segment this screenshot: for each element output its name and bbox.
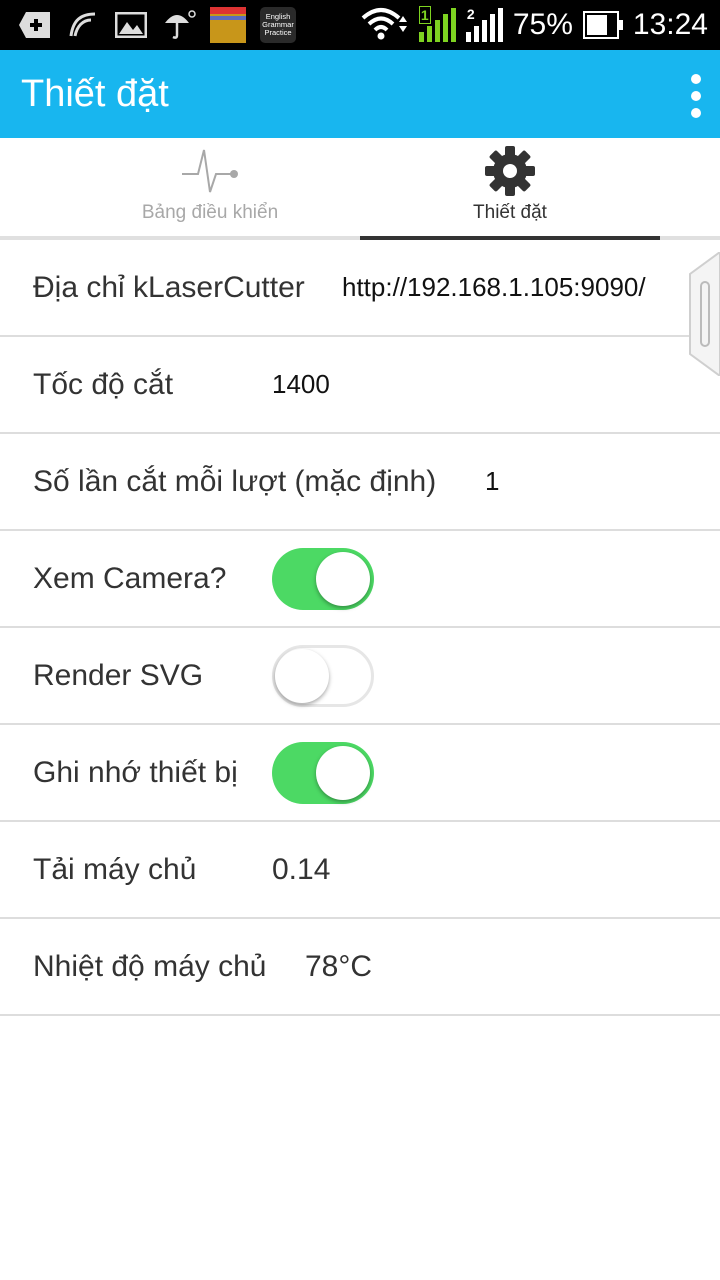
remember-device-label: Ghi nhớ thiết bị bbox=[33, 756, 238, 789]
setting-server-load: Tải máy chủ 0.14 bbox=[0, 822, 720, 919]
wifi-icon bbox=[361, 6, 409, 45]
tab-settings-label: Thiết đặt bbox=[473, 202, 547, 223]
setting-render-svg: Render SVG bbox=[0, 628, 720, 725]
tab-bar: Bảng điều khiển Thiết đặt bbox=[0, 138, 720, 240]
remember-device-toggle[interactable] bbox=[272, 742, 374, 804]
cut-speed-value[interactable]: 1400 bbox=[272, 337, 330, 432]
setting-remember-device: Ghi nhớ thiết bị bbox=[0, 725, 720, 822]
gallery-icon bbox=[114, 8, 148, 42]
passes-value[interactable]: 1 bbox=[485, 434, 499, 529]
sim1-label: 1 bbox=[418, 6, 431, 24]
setting-server-temp: Nhiệt độ máy chủ 78°C bbox=[0, 919, 720, 1016]
toggle-knob bbox=[316, 746, 370, 800]
toggle-knob bbox=[316, 552, 370, 606]
page-title: Thiết đặt bbox=[21, 73, 169, 115]
add-notification-icon bbox=[18, 8, 52, 42]
tab-dashboard-label: Bảng điều khiển bbox=[141, 202, 279, 223]
toggle-knob bbox=[275, 649, 329, 703]
setting-passes[interactable]: Số lần cắt mỗi lượt (mặc định) 1 bbox=[0, 434, 720, 531]
sim2-label: 2 bbox=[465, 6, 476, 22]
server-load-value: 0.14 bbox=[272, 853, 331, 886]
gear-icon bbox=[480, 144, 540, 198]
server-temp-label: Nhiệt độ máy chủ bbox=[33, 950, 267, 983]
grammar-app-icon-text: English Grammar Practice bbox=[262, 12, 294, 37]
app-bar: Thiết đặt bbox=[0, 50, 720, 138]
status-icons: 1 2 75% 13:24 bbox=[361, 0, 708, 50]
camera-toggle[interactable] bbox=[272, 548, 374, 610]
overflow-menu-icon[interactable] bbox=[688, 74, 704, 118]
laser-address-label: Địa chỉ kLaserCutter bbox=[33, 271, 305, 304]
cut-speed-label: Tốc độ cắt bbox=[33, 368, 174, 401]
passes-label: Số lần cắt mỗi lượt (mặc định) bbox=[33, 465, 437, 498]
clock: 13:24 bbox=[632, 8, 708, 41]
edge-drawer-handle[interactable] bbox=[688, 250, 720, 378]
status-bar: English Grammar Practice 1 2 75% 13:24 bbox=[0, 0, 720, 50]
swipe-keyboard-icon bbox=[66, 8, 100, 42]
tab-settings[interactable]: Thiết đặt bbox=[360, 138, 660, 240]
grammar-app-icon: English Grammar Practice bbox=[260, 7, 296, 43]
battery-icon bbox=[582, 11, 623, 39]
notification-icons: English Grammar Practice bbox=[18, 6, 296, 44]
setting-laser-address[interactable]: Địa chỉ kLaserCutter http://192.168.1.10… bbox=[0, 240, 720, 337]
laser-address-value[interactable]: http://192.168.1.105:9090/ bbox=[342, 240, 646, 335]
server-temp-value: 78°C bbox=[305, 950, 373, 983]
book-app-icon bbox=[210, 7, 246, 43]
camera-label: Xem Camera? bbox=[33, 562, 227, 595]
sim2-signal-icon: 2 bbox=[465, 6, 503, 42]
render-svg-label: Render SVG bbox=[33, 659, 204, 692]
sim1-signal-icon: 1 bbox=[418, 6, 456, 42]
settings-list: Địa chỉ kLaserCutter http://192.168.1.10… bbox=[0, 240, 720, 1016]
server-load-label: Tải máy chủ bbox=[33, 853, 197, 886]
render-svg-toggle[interactable] bbox=[272, 645, 374, 707]
battery-percent: 75% bbox=[512, 8, 573, 41]
setting-camera: Xem Camera? bbox=[0, 531, 720, 628]
tab-dashboard[interactable]: Bảng điều khiển bbox=[60, 138, 360, 236]
setting-cut-speed[interactable]: Tốc độ cắt 1400 bbox=[0, 337, 720, 434]
weather-umbrella-icon bbox=[162, 8, 196, 42]
pulse-line-icon bbox=[180, 144, 240, 198]
